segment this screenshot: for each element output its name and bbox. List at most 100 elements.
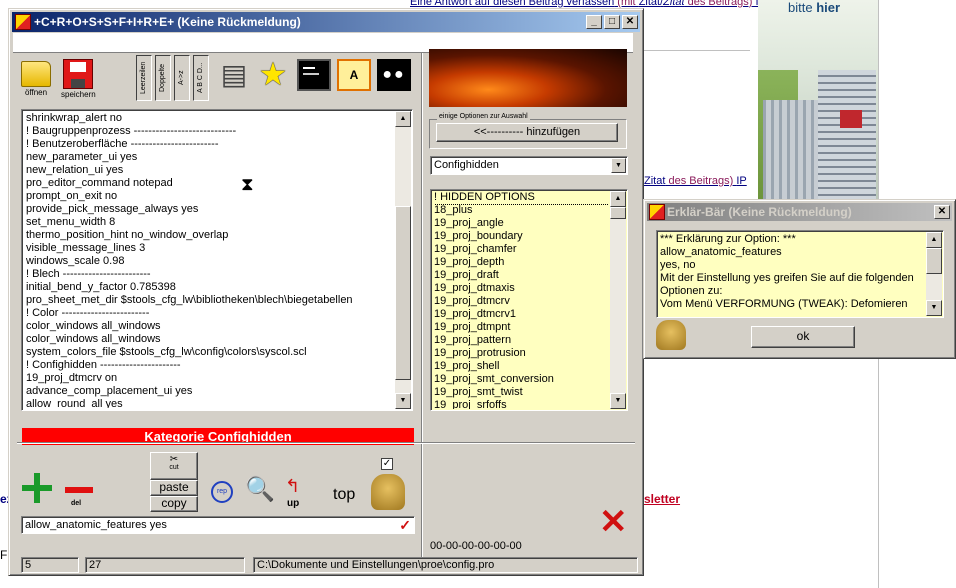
paste-button[interactable]: paste	[150, 480, 198, 496]
hidden-option-item[interactable]: 19_proj_depth	[434, 256, 609, 269]
cut-button[interactable]: ✂ cut	[150, 452, 198, 480]
reply-link[interactable]: Eine Antwort auf diesen Beitrag verfasse…	[410, 0, 614, 8]
hidden-option-item[interactable]: 19_proj_smt_conversion	[434, 373, 609, 386]
minimize-button[interactable]: _	[586, 15, 602, 29]
config-line[interactable]: new_parameter_ui yes	[26, 151, 394, 164]
explain-line[interactable]: *** Erklärung zur Option: ***	[660, 233, 925, 246]
config-line[interactable]: pro_editor_command notepad	[26, 177, 394, 190]
config-line[interactable]: thermo_position_hint no_window_overlap	[26, 229, 394, 242]
config-line[interactable]: set_menu_width 8	[26, 216, 394, 229]
hidden-option-item[interactable]: 19_proj_dtmcrv	[434, 295, 609, 308]
config-line[interactable]: new_relation_ui yes	[26, 164, 394, 177]
star-icon[interactable]: ★	[256, 57, 290, 91]
config-editor[interactable]: shrinkwrap_alert no! Baugruppenprozess -…	[21, 109, 413, 411]
hidden-option-item[interactable]: 19_proj_shell	[434, 360, 609, 373]
explain-line[interactable]: Optionen zu:	[660, 285, 925, 298]
category-select[interactable]: Confighidden ▼	[430, 156, 628, 175]
eyes-icon[interactable]: ●●	[377, 59, 411, 91]
option-edit-field[interactable]: allow_anatomic_features yes ✓	[21, 516, 415, 534]
explain-app-icon[interactable]	[649, 204, 665, 220]
explain-line[interactable]: allow_anatomic_features	[660, 246, 925, 259]
list-scroll-up-button[interactable]: ▲	[610, 191, 626, 207]
explain-close-button[interactable]: ✕	[934, 205, 950, 219]
hidden-option-item[interactable]: ! HIDDEN OPTIONS	[434, 191, 609, 205]
close-button[interactable]: ✕	[622, 15, 638, 29]
config-line[interactable]: allow_round_all yes	[26, 398, 394, 408]
config-line[interactable]: provide_pick_message_always yes	[26, 203, 394, 216]
explain-line[interactable]: Mit der Einstellung yes greifen Sie auf …	[660, 272, 925, 285]
config-line[interactable]: advance_comp_placement_ui yes	[26, 385, 394, 398]
explain-scroll-thumb[interactable]	[926, 248, 942, 274]
list-scroll-thumb[interactable]	[610, 207, 626, 219]
advertisement-banner[interactable]: bitte hier	[758, 0, 878, 210]
hidden-option-item[interactable]: 19_proj_dtmpnt	[434, 321, 609, 334]
hidden-option-item[interactable]: 19_proj_chamfer	[434, 243, 609, 256]
hidden-option-item[interactable]: 19_proj_smt_twist	[434, 386, 609, 399]
copy-button[interactable]: copy	[150, 496, 198, 512]
config-line[interactable]: 19_proj_dtmcrv on	[26, 372, 394, 385]
config-line[interactable]: color_windows all_windows	[26, 320, 394, 333]
config-line[interactable]: prompt_on_exit no	[26, 190, 394, 203]
hidden-option-item[interactable]: 19_proj_draft	[434, 269, 609, 282]
editor-scrollbar[interactable]: ▲ ▼	[395, 111, 411, 409]
remove-duplicates-button[interactable]: Doppelte	[155, 55, 171, 101]
chevron-down-icon[interactable]: ▼	[611, 158, 626, 173]
scroll-down-button[interactable]: ▼	[395, 393, 411, 409]
config-line[interactable]: ! Color ------------------------	[26, 307, 394, 320]
explain-text[interactable]: *** Erklärung zur Option: *** allow_anato…	[656, 230, 944, 318]
config-line[interactable]: initial_bend_y_factor 0.785398	[26, 281, 394, 294]
add-icon[interactable]	[22, 473, 52, 503]
newsletter-link[interactable]: sletter	[644, 492, 680, 506]
hidden-option-item[interactable]: 19_proj_angle	[434, 217, 609, 230]
zitat-link[interactable]: Zitat	[639, 0, 660, 8]
explain-scroll-down-button[interactable]: ▼	[926, 300, 942, 316]
delete-icon[interactable]	[65, 487, 93, 493]
ok-button[interactable]: ok	[751, 326, 855, 348]
config-line[interactable]: shrinkwrap_alert no	[26, 112, 394, 125]
sort-abcd-button[interactable]: A B C D...	[193, 55, 209, 101]
list-scroll-down-button[interactable]: ▼	[610, 393, 626, 409]
magnifier-icon[interactable]: 🔍	[245, 477, 275, 503]
explain-title-bar[interactable]: Erklär-Bär (Keine Rückmeldung) ✕	[647, 203, 952, 221]
config-line[interactable]: color_windows all_windows	[26, 333, 394, 346]
zitat-link-2[interactable]: Zitat	[644, 175, 665, 187]
list-scrollbar[interactable]: ▲ ▼	[610, 191, 626, 409]
zitat-italic-link[interactable]: Zitat	[663, 0, 684, 8]
config-line[interactable]: ! Benutzeroberfläche -------------------…	[26, 138, 394, 151]
title-bar[interactable]: +C+R+O+S+S+F+I+R+E+ (Keine Rückmeldung) …	[12, 12, 640, 32]
stack-icon[interactable]: ▤	[217, 59, 251, 91]
hidden-option-item[interactable]: 19_proj_boundary	[434, 230, 609, 243]
hidden-option-item[interactable]: 19_proj_srfoffs	[434, 399, 609, 409]
scroll-up-button[interactable]: ▲	[395, 111, 411, 127]
hidden-option-item[interactable]: 18_plus	[434, 204, 609, 217]
replace-icon[interactable]: rep	[211, 481, 233, 503]
config-line[interactable]: ! Confighidden ----------------------	[26, 359, 394, 372]
exit-x-icon[interactable]: ✕	[599, 505, 629, 539]
checkmark-icon[interactable]: ✓	[399, 518, 411, 532]
config-line[interactable]: pro_sheet_met_dir $stools_cfg_lw\bibliot…	[26, 294, 394, 307]
hidden-option-item[interactable]: 19_proj_pattern	[434, 334, 609, 347]
maximize-button[interactable]: □	[604, 15, 620, 29]
explain-scrollbar[interactable]: ▲ ▼	[926, 232, 942, 316]
config-line[interactable]: ! Baugruppenprozess --------------------…	[26, 125, 394, 138]
hidden-option-item[interactable]: 19_proj_dtmaxis	[434, 282, 609, 295]
console-icon[interactable]	[297, 59, 331, 91]
up-arrow-icon[interactable]: ↰	[285, 477, 300, 495]
config-line[interactable]: system_colors_file $stools_cfg_lw\config…	[26, 346, 394, 359]
hidden-option-item[interactable]: 19_proj_dtmcrv1	[434, 308, 609, 321]
scroll-thumb[interactable]	[395, 206, 411, 380]
sort-az-button[interactable]: A->z	[174, 55, 190, 101]
add-option-button[interactable]: <<---------- hinzufügen	[436, 123, 618, 142]
remove-empty-lines-button[interactable]: Leerzeilen	[136, 55, 152, 101]
save-tool[interactable]: speichern	[61, 59, 96, 99]
config-line[interactable]: visible_message_lines 3	[26, 242, 394, 255]
option-checkbox[interactable]: ✓	[381, 458, 393, 470]
bear-icon[interactable]	[371, 474, 405, 510]
open-tool[interactable]: öffnen	[21, 61, 51, 97]
explain-line[interactable]: Vom Menü VERFORMUNG (TWEAK): Defomieren	[660, 298, 925, 311]
explain-scroll-up-button[interactable]: ▲	[926, 232, 942, 248]
config-line[interactable]: windows_scale 0.98	[26, 255, 394, 268]
hidden-options-list[interactable]: ! HIDDEN OPTIONS 18_plus 19_proj_angle 19_p…	[430, 189, 628, 411]
top-button[interactable]: top	[333, 486, 355, 504]
explain-line[interactable]: yes, no	[660, 259, 925, 272]
